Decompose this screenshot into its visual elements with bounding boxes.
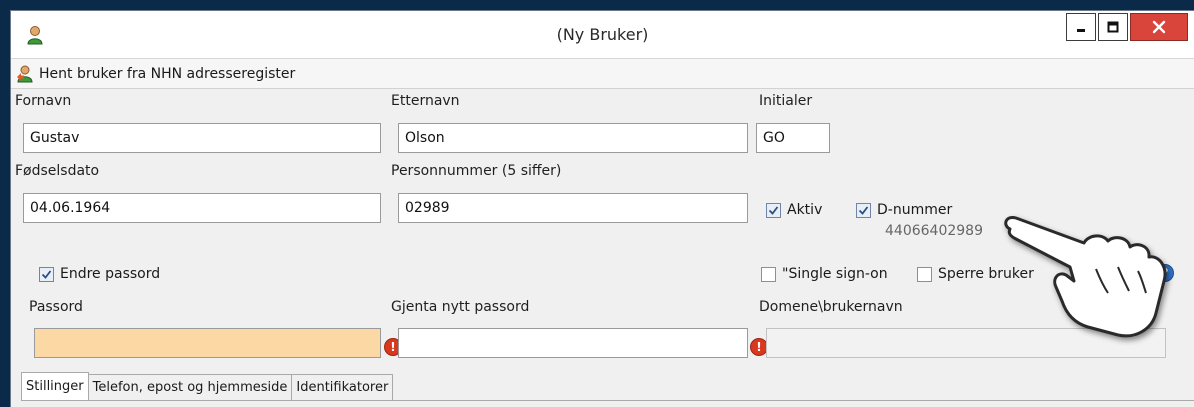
fodselsdato-input[interactable] xyxy=(23,193,381,223)
user-dialog-window: (Ny Bruker) Hent bruker fra NHN adresser… xyxy=(10,10,1194,407)
toolbar: Hent bruker fra NHN adresseregister xyxy=(11,59,1194,89)
endre-passord-check-icon xyxy=(39,266,54,282)
endre-passord-checkbox[interactable]: Endre passord xyxy=(39,266,160,282)
gjenta-passord-label: Gjenta nytt passord xyxy=(391,299,530,315)
maximize-button[interactable] xyxy=(1098,13,1128,41)
aktiv-label: Aktiv xyxy=(787,202,823,218)
close-button[interactable] xyxy=(1130,13,1188,41)
maximize-icon xyxy=(1107,21,1119,33)
tab-stillinger[interactable]: Stillinger xyxy=(21,372,89,400)
title-bar[interactable]: (Ny Bruker) xyxy=(11,11,1194,59)
domene-label: Domene\brukernavn xyxy=(759,299,903,315)
aktiv-check-icon xyxy=(766,202,781,218)
dnummer-label: D-nummer xyxy=(877,202,953,218)
hand-pointer-icon xyxy=(1004,215,1167,338)
dnummer-check-icon xyxy=(856,202,871,218)
tab-telefon-epost[interactable]: Telefon, epost og hjemmeside xyxy=(87,374,293,400)
window-title: (Ny Bruker) xyxy=(556,25,649,44)
etternavn-input[interactable] xyxy=(398,123,748,153)
initialer-input[interactable] xyxy=(756,123,830,153)
minimize-icon xyxy=(1077,29,1085,32)
close-icon xyxy=(1152,20,1166,34)
dnummer-value: 44066402989 xyxy=(885,223,983,239)
tab-baseline xyxy=(21,400,1194,401)
passord-label: Passord xyxy=(29,299,83,315)
fornavn-label: Fornavn xyxy=(15,93,72,109)
single-sign-on-label: "Single sign-on xyxy=(782,266,888,282)
passord-input[interactable] xyxy=(34,328,381,358)
minimize-button[interactable] xyxy=(1066,13,1096,41)
initialer-label: Initialer xyxy=(759,93,813,109)
personnummer-input[interactable] xyxy=(398,193,748,223)
fetch-user-label: Hent bruker fra NHN adresseregister xyxy=(39,65,296,82)
single-sign-on-checkbox[interactable]: "Single sign-on xyxy=(761,266,888,282)
single-sign-on-check-icon xyxy=(761,266,776,282)
gjenta-passord-input[interactable] xyxy=(398,328,748,358)
endre-passord-label: Endre passord xyxy=(60,266,161,282)
fetch-user-button[interactable]: Hent bruker fra NHN adresseregister xyxy=(15,64,295,84)
fornavn-input[interactable] xyxy=(23,123,381,153)
fodselsdato-label: Fødselsdato xyxy=(15,163,100,179)
user-download-icon xyxy=(17,65,33,82)
tab-strip: Stillinger Telefon, epost og hjemmeside … xyxy=(21,372,394,400)
dnummer-checkbox[interactable]: D-nummer xyxy=(856,202,952,218)
personnummer-label: Personnummer (5 siffer) xyxy=(391,163,562,179)
aktiv-checkbox[interactable]: Aktiv xyxy=(766,202,822,218)
etternavn-label: Etternavn xyxy=(391,93,460,109)
tab-identifikatorer[interactable]: Identifikatorer xyxy=(291,374,394,400)
sperre-bruker-check-icon xyxy=(917,266,932,282)
